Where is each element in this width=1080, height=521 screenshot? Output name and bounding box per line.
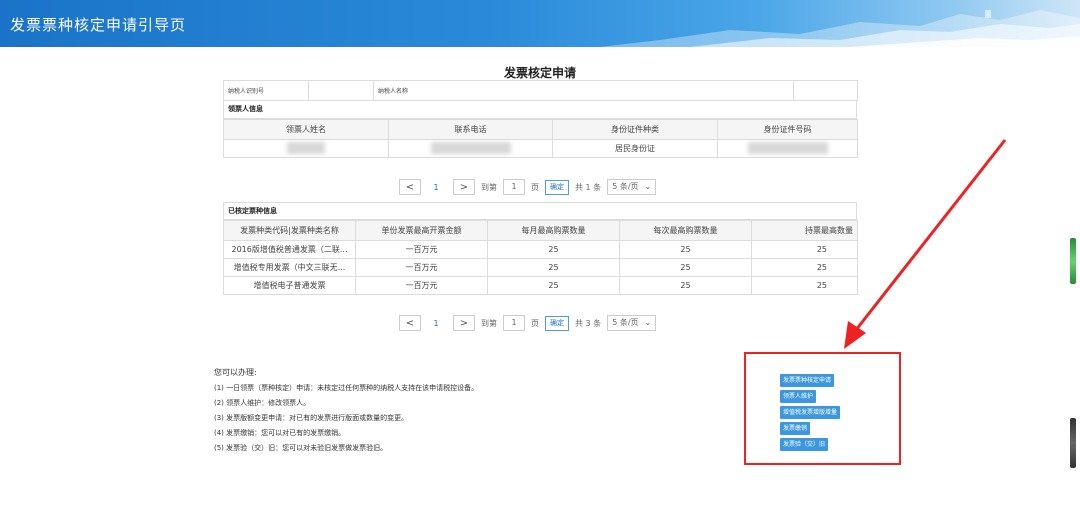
redacted-value (430, 141, 511, 154)
max-amount-cell: 一百万元 (355, 240, 488, 259)
col-recipient-name: 领票人姓名 (223, 119, 389, 140)
recipient-name-cell (223, 139, 389, 158)
page-size-value: 5 条/页 (612, 318, 639, 327)
tips-title: 您可以办理: (214, 368, 257, 377)
invoice-type-cell: 2016版增值税普通发票（二联... (223, 240, 356, 259)
table-row: 2016版增值税普通发票（二联... 一百万元 25 25 25 (223, 240, 858, 259)
tip-item: (3) 发票版额变更申请：对已有的发票进行版面或数量的变更。 (214, 414, 409, 422)
tip-item: (4) 发票缴销：您可以对已有的发票缴销。 (214, 429, 346, 437)
goto-confirm-button[interactable]: 确定 (545, 179, 569, 195)
recipient-block: 纳税人识别号 纳税人名称 领票人信息 领票人姓名 联系电话 身份证件种类 身份证… (223, 80, 858, 158)
page-number[interactable]: 1 (427, 183, 445, 192)
redacted-value (747, 141, 828, 154)
per-purchase-cell: 25 (619, 276, 752, 295)
col-invoice-type: 发票种类代码|发票种类名称 (223, 220, 356, 241)
approved-table: 发票种类代码|发票种类名称 单份发票最高开票金额 每月最高购票数量 每次最高购票… (223, 220, 858, 295)
approved-block: 已核定票种信息 发票种类代码|发票种类名称 单份发票最高开票金额 每月最高购票数… (223, 202, 858, 295)
monthly-max-cell: 25 (487, 240, 620, 259)
col-monthly-max: 每月最高购票数量 (487, 220, 620, 241)
taxpayer-id-value (308, 80, 374, 101)
goto-label: 到第 (481, 182, 497, 192)
form-title: 发票核定申请 (503, 66, 576, 80)
app-header: 发票票种核定申请引导页 (0, 0, 1080, 47)
recipient-table: 领票人姓名 联系电话 身份证件种类 身份证件号码 居民身份证 (223, 119, 858, 158)
tip-item: (5) 发票验（交）旧：您可以对未验旧发票做发票验旧。 (214, 444, 388, 452)
invoice-type-cell: 增值税电子普通发票 (223, 276, 356, 295)
invoice-type-cell: 增值税专用发票（中文三联无... (223, 258, 356, 277)
recipient-section-title: 领票人信息 (223, 101, 857, 119)
per-purchase-cell: 25 (619, 258, 752, 277)
id-type-cell: 居民身份证 (552, 139, 718, 158)
per-purchase-cell: 25 (619, 240, 752, 259)
col-per-purchase-max: 每次最高购票数量 (619, 220, 752, 241)
scroll-indicator[interactable] (1070, 418, 1076, 468)
taxpayer-name-label: 纳税人名称 (373, 80, 794, 101)
scroll-indicator[interactable] (1070, 238, 1076, 284)
page-size-select[interactable]: 5 条/页 ⌄ (607, 315, 657, 331)
monthly-max-cell: 25 (487, 276, 620, 295)
table-row: 增值税电子普通发票 一百万元 25 25 25 (223, 276, 858, 295)
col-id-type: 身份证件种类 (552, 119, 718, 140)
table-row: 增值税专用发票（中文三联无... 一百万元 25 25 25 (223, 258, 858, 277)
phone-cell (388, 139, 553, 158)
available-actions-tips: 您可以办理: (1) 一日领票（票种核定）申请：未核定过任何票种的纳税人支持在该… (214, 365, 478, 456)
approved-section-title: 已核定票种信息 (223, 202, 857, 220)
approved-pager: < 1 > 到第 1 页 确定 共 3 条 5 条/页 ⌄ (399, 314, 657, 332)
col-max-amount: 单份发票最高开票金额 (355, 220, 488, 241)
page-unit-label: 页 (531, 318, 539, 328)
great-wall-banner-image (600, 10, 1080, 47)
recipient-maintenance-button[interactable]: 领票人维护 (780, 390, 817, 403)
max-amount-cell: 一百万元 (355, 258, 488, 277)
taxpayer-id-label: 纳税人识别号 (223, 80, 309, 101)
invoice-verify-old-button[interactable]: 发票验（交）旧 (780, 438, 829, 451)
max-amount-cell: 一百万元 (355, 276, 488, 295)
page-unit-label: 页 (531, 182, 539, 192)
page-size-select[interactable]: 5 条/页 ⌄ (607, 179, 657, 195)
invoice-type-approval-button[interactable]: 发票票种核定申请 (780, 374, 835, 387)
taxpayer-name-value (793, 80, 858, 101)
next-page-button[interactable]: > (453, 179, 475, 195)
goto-page-input[interactable]: 1 (503, 179, 525, 195)
goto-confirm-button[interactable]: 确定 (545, 315, 569, 331)
tip-item: (1) 一日领票（票种核定）申请：未核定过任何票种的纳税人支持在该申请税控设备。 (214, 384, 479, 392)
vat-invoice-increase-button[interactable]: 增值税发票增版增量 (780, 406, 841, 419)
goto-page-input[interactable]: 1 (503, 315, 525, 331)
page-size-value: 5 条/页 (612, 182, 639, 191)
redacted-value (287, 141, 325, 154)
invoice-cancellation-button[interactable]: 发票缴销 (780, 422, 811, 435)
page-number[interactable]: 1 (427, 319, 445, 328)
tip-item: (2) 领票人维护：修改领票人。 (214, 399, 311, 407)
recipient-pager: < 1 > 到第 1 页 确定 共 1 条 5 条/页 ⌄ (399, 178, 657, 196)
goto-label: 到第 (481, 318, 497, 328)
prev-page-button[interactable]: < (399, 315, 421, 331)
chevron-down-icon: ⌄ (644, 318, 652, 327)
col-phone: 联系电话 (388, 119, 553, 140)
total-count: 共 1 条 (575, 182, 602, 192)
chevron-down-icon: ⌄ (644, 182, 652, 191)
taxpayer-table: 纳税人识别号 纳税人名称 (223, 80, 858, 101)
page-title: 发票票种核定申请引导页 (10, 16, 187, 34)
next-page-button[interactable]: > (453, 315, 475, 331)
monthly-max-cell: 25 (487, 258, 620, 277)
prev-page-button[interactable]: < (399, 179, 421, 195)
red-arrow-annotation (844, 139, 1007, 349)
total-count: 共 3 条 (575, 318, 602, 328)
